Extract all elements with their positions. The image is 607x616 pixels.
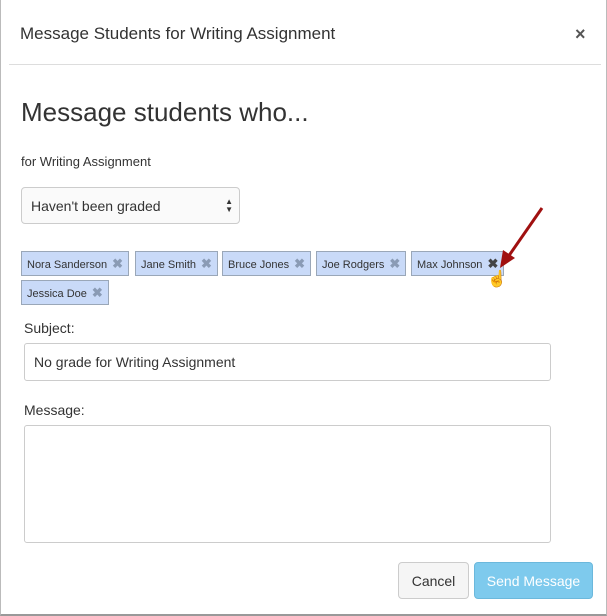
close-icon[interactable]: × <box>575 24 586 45</box>
annotation-arrow-icon: ☝ <box>487 207 544 288</box>
remove-icon[interactable]: ✖ <box>294 256 305 271</box>
page-heading: Message students who... <box>21 97 309 127</box>
recipient-name: Max Johnson <box>417 259 483 271</box>
recipient-name: Nora Sanderson <box>27 259 108 271</box>
subject-input[interactable]: No grade for Writing Assignment <box>24 343 551 381</box>
remove-icon[interactable]: ✖ <box>389 256 400 271</box>
recipient-name: Joe Rodgers <box>322 259 385 271</box>
filter-selected-value: Haven't been graded <box>31 198 161 214</box>
assignment-subheading: for Writing Assignment <box>21 154 151 169</box>
remove-icon[interactable]: ✖ <box>112 256 123 271</box>
recipient-tag: Joe Rodgers ✖ <box>316 251 407 276</box>
remove-icon[interactable]: ✖ <box>92 285 103 300</box>
recipient-tag: Jane Smith ✖ <box>135 251 218 276</box>
dialog-title: Message Students for Writing Assignment <box>20 24 336 43</box>
divider <box>9 64 601 65</box>
select-arrows-icon: ▲ ▼ <box>225 197 233 214</box>
recipient-tag: Bruce Jones ✖ <box>222 251 312 276</box>
remove-icon[interactable]: ✖ <box>201 256 212 271</box>
hand-cursor-icon: ☝ <box>487 269 507 288</box>
dialog: Message Students for Writing Assignment … <box>0 0 607 616</box>
cancel-button[interactable]: Cancel <box>398 562 469 599</box>
message-label: Message: <box>24 402 85 418</box>
recipient-name: Bruce Jones <box>228 259 290 271</box>
recipient-name: Jane Smith <box>141 259 197 271</box>
filter-select[interactable]: Haven't been graded ▲ ▼ <box>21 187 240 224</box>
subject-label: Subject: <box>24 320 75 336</box>
send-message-button[interactable]: Send Message <box>474 562 593 599</box>
recipient-tag: Jessica Doe ✖ <box>21 280 109 305</box>
recipient-name: Jessica Doe <box>27 288 87 300</box>
message-textarea[interactable] <box>24 425 551 543</box>
recipient-tag: Nora Sanderson ✖ <box>21 251 130 276</box>
